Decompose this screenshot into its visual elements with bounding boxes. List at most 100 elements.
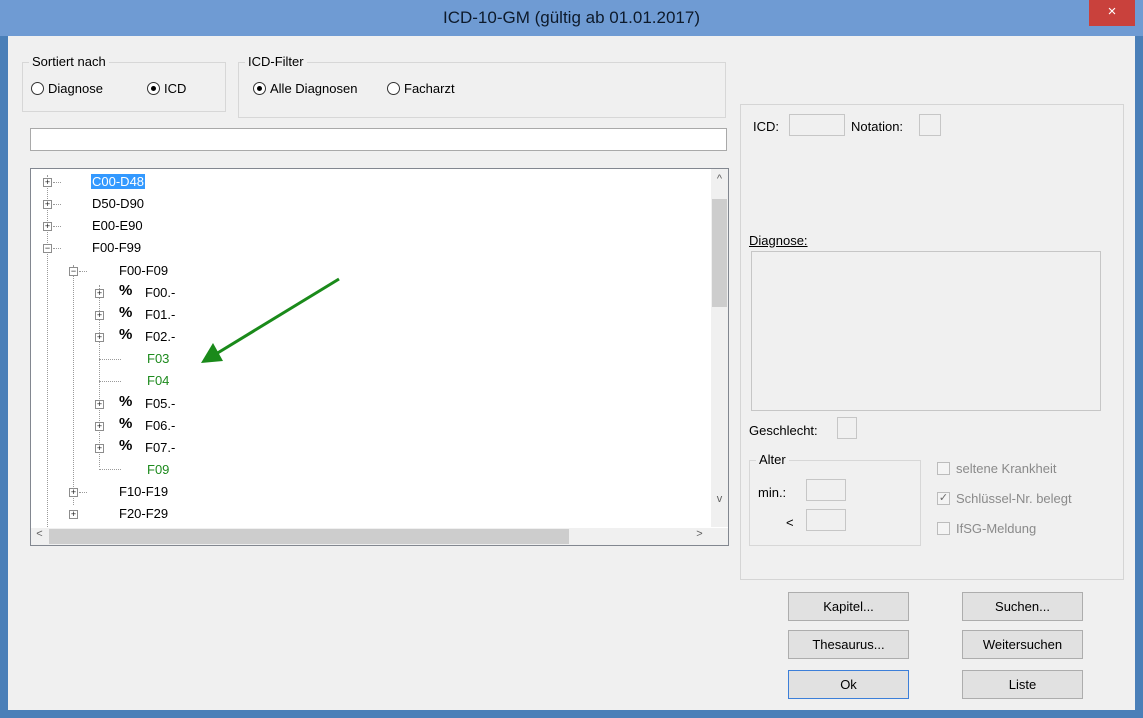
tree-node-label: E00-E90: [92, 218, 143, 233]
scroll-up-icon[interactable]: ^: [711, 173, 728, 185]
tree-connector: [53, 248, 61, 249]
seltene-krankheit-label: seltene Krankheit: [956, 461, 1057, 476]
percent-icon: %: [119, 393, 133, 410]
tree-node-f10-f19[interactable]: F10-F19: [119, 482, 168, 502]
filter-facharzt-label: Facharzt: [404, 81, 455, 96]
tree-node-label: F10-F19: [119, 484, 169, 499]
expand-icon[interactable]: +: [95, 289, 104, 298]
tree-node-f01[interactable]: F01.-: [145, 305, 175, 325]
tree-node-e00-e90[interactable]: E00-E90: [92, 216, 143, 236]
schluessel-belegt-checkbox: ✓ Schlüssel-Nr. belegt: [937, 491, 1072, 506]
tree-node-label: F05.-: [145, 396, 176, 411]
ifsg-meldung-label: IfSG-Meldung: [956, 521, 1037, 536]
detail-panel: ICD: Notation: Diagnose: Geschlecht: Alt…: [740, 104, 1124, 580]
expand-icon[interactable]: +: [43, 222, 52, 231]
ok-button[interactable]: Ok: [788, 670, 909, 699]
radio-indicator: [31, 82, 44, 95]
annotation-arrow: [201, 277, 340, 363]
tree-node-f20-f29[interactable]: F20-F29: [119, 504, 168, 524]
tree-node-label: F03: [147, 351, 170, 366]
tree-node-label: D50-D90: [92, 196, 145, 211]
alter-legend: Alter: [756, 452, 789, 467]
icd-filter-group: ICD-Filter Alle Diagnosen Facharzt: [238, 54, 726, 118]
filter-all-label: Alle Diagnosen: [270, 81, 358, 96]
tree-node-label: C00-D48: [91, 174, 146, 189]
tree-node-label: F00-F99: [92, 240, 142, 255]
search-input[interactable]: [30, 128, 727, 151]
expand-icon[interactable]: +: [69, 488, 78, 497]
max-field: [806, 509, 846, 531]
tree-vertical-scrollbar[interactable]: ^ v: [711, 169, 728, 527]
tree-node-f07[interactable]: F07.-: [145, 438, 175, 458]
min-field: [806, 479, 846, 501]
expand-icon[interactable]: +: [43, 200, 52, 209]
tree-node-f00-f09[interactable]: F00-F09: [119, 261, 168, 281]
tree-node-f04[interactable]: F04: [147, 371, 169, 391]
tree-connector: [53, 204, 61, 205]
check-icon: ✓: [937, 492, 950, 505]
close-icon: ×: [1107, 3, 1117, 20]
radio-indicator: [147, 82, 160, 95]
tree-node-c00-d48[interactable]: C00-D48: [91, 172, 146, 192]
notation-field: [919, 114, 941, 136]
sort-group: Sortiert nach Diagnose ICD: [22, 54, 226, 112]
kapitel-button[interactable]: Kapitel...: [788, 592, 909, 621]
expand-icon[interactable]: +: [95, 311, 104, 320]
scroll-right-icon[interactable]: >: [691, 528, 708, 540]
icd-field: [789, 114, 845, 136]
tree-node-f06[interactable]: F06.-: [145, 416, 175, 436]
lt-label: <: [786, 515, 794, 530]
collapse-icon[interactable]: −: [43, 244, 52, 253]
tree-horizontal-scrollbar[interactable]: < >: [31, 528, 711, 545]
ifsg-meldung-checkbox: IfSG-Meldung: [937, 521, 1036, 536]
tree-node-label: F09: [147, 462, 170, 477]
radio-indicator: [387, 82, 400, 95]
tree-node-f00[interactable]: F00.-: [145, 283, 175, 303]
expand-icon[interactable]: +: [43, 178, 52, 187]
geschlecht-field: [837, 417, 857, 439]
checkbox-box: [937, 522, 950, 535]
close-button[interactable]: ×: [1089, 0, 1135, 26]
sort-icd-label: ICD: [164, 81, 187, 96]
vertical-scroll-thumb[interactable]: [712, 199, 727, 307]
scroll-left-icon[interactable]: <: [31, 528, 48, 540]
tree-node-label: F00-F09: [119, 263, 169, 278]
thesaurus-button[interactable]: Thesaurus...: [788, 630, 909, 659]
tree-node-f05[interactable]: F05.-: [145, 394, 175, 414]
icd-tree[interactable]: + C00-D48 + D50-D90 + E00-E90 − F00-F99: [30, 168, 729, 546]
checkbox-box: [937, 462, 950, 475]
weitersuchen-button[interactable]: Weitersuchen: [962, 630, 1083, 659]
min-label: min.:: [758, 485, 787, 500]
tree-node-f03[interactable]: F03: [147, 349, 169, 369]
dialog-window: ICD-10-GM (gültig ab 01.01.2017) × Sorti…: [0, 0, 1143, 718]
tree-connector: [53, 226, 61, 227]
tree-node-f09[interactable]: F09: [147, 460, 169, 480]
tree-connector: [53, 182, 61, 183]
suchen-button[interactable]: Suchen...: [962, 592, 1083, 621]
percent-icon: %: [119, 282, 133, 299]
horizontal-scroll-thumb[interactable]: [49, 529, 569, 544]
expand-icon[interactable]: +: [95, 400, 104, 409]
filter-all-radio[interactable]: Alle Diagnosen: [253, 81, 357, 96]
tree-node-label: F07.-: [145, 440, 176, 455]
sort-diagnose-radio[interactable]: Diagnose: [31, 81, 103, 96]
tree-node-label: F06.-: [145, 418, 176, 433]
tree-node-label: F00.-: [145, 285, 176, 300]
tree-connector: [79, 271, 87, 272]
filter-facharzt-radio[interactable]: Facharzt: [387, 81, 455, 96]
expand-icon[interactable]: +: [95, 444, 104, 453]
tree-node-f02[interactable]: F02.-: [145, 327, 175, 347]
scrollbar-corner: [711, 528, 728, 545]
percent-icon: %: [119, 415, 133, 432]
sort-icd-radio[interactable]: ICD: [147, 81, 186, 96]
collapse-icon[interactable]: −: [69, 267, 78, 276]
scroll-down-icon[interactable]: v: [711, 493, 728, 505]
expand-icon[interactable]: +: [95, 422, 104, 431]
expand-icon[interactable]: +: [69, 510, 78, 519]
tree-node-f00-f99[interactable]: F00-F99: [92, 238, 141, 258]
percent-icon: %: [119, 326, 133, 343]
expand-icon[interactable]: +: [95, 333, 104, 342]
tree-node-d50-d90[interactable]: D50-D90: [92, 194, 144, 214]
percent-icon: %: [119, 304, 133, 321]
liste-button[interactable]: Liste: [962, 670, 1083, 699]
